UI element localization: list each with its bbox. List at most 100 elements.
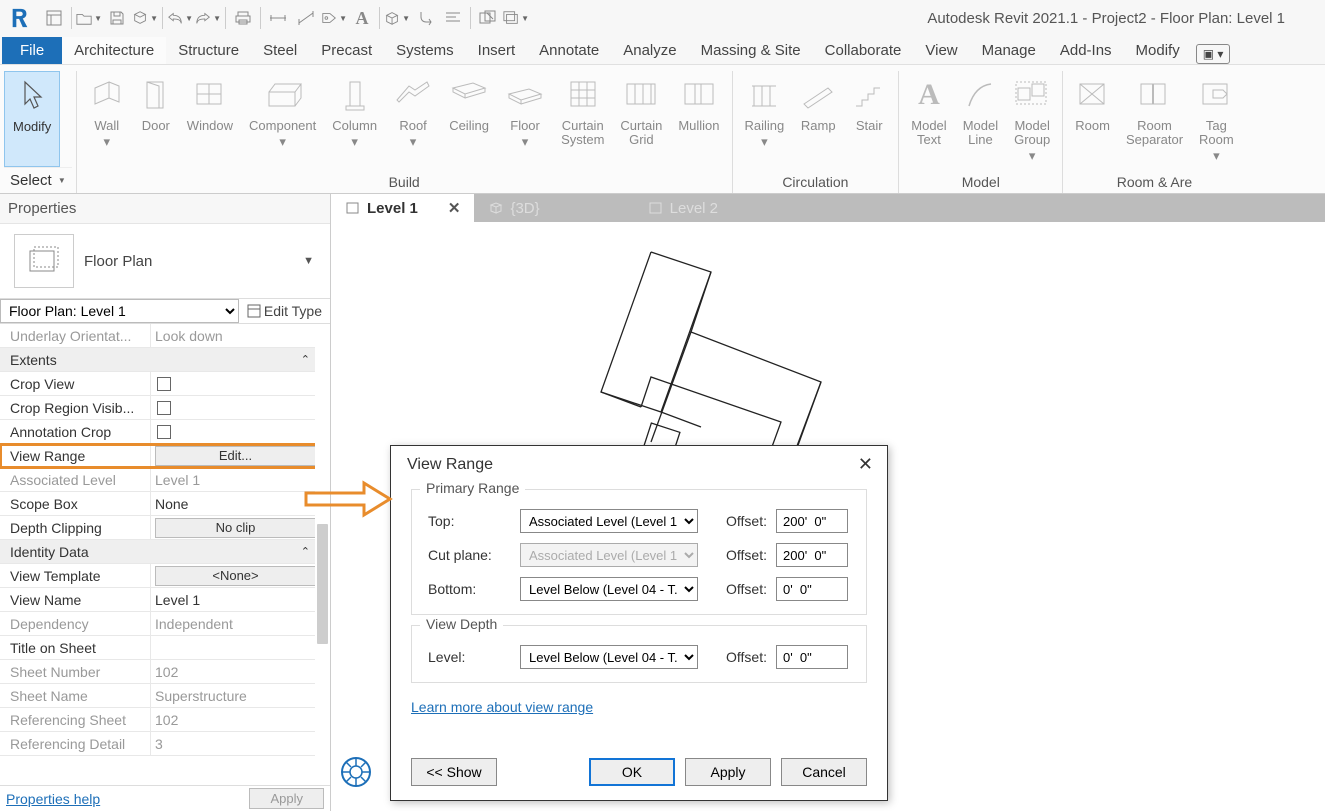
qat-tag-icon[interactable]: ▼	[321, 5, 347, 31]
curtain-system-button[interactable]: Curtain System	[553, 71, 612, 171]
properties-grid: Underlay Orientat...Look down Extents⌃ C…	[0, 324, 330, 785]
annotation-crop-checkbox[interactable]	[157, 425, 171, 439]
tab-annotate[interactable]: Annotate	[527, 37, 611, 64]
qat-open-icon[interactable]: ▼	[76, 5, 102, 31]
cursor-icon	[13, 74, 51, 118]
cut-offset-input[interactable]	[776, 543, 848, 567]
bottom-level-select[interactable]: Level Below (Level 04 - T.O	[520, 577, 698, 601]
close-icon[interactable]: ✕	[858, 454, 873, 475]
crop-region-checkbox[interactable]	[157, 401, 171, 415]
tab-file[interactable]: File	[2, 37, 62, 64]
properties-scrollbar[interactable]	[315, 324, 330, 785]
room-button[interactable]: Room	[1067, 71, 1118, 171]
qat-measure-icon[interactable]	[265, 5, 291, 31]
modify-button[interactable]: Modify	[4, 71, 60, 167]
ceiling-icon	[449, 73, 489, 117]
railing-button[interactable]: Railing▾	[737, 71, 793, 171]
tab-structure[interactable]: Structure	[166, 37, 251, 64]
qat-save-icon[interactable]	[104, 5, 130, 31]
view-template-button[interactable]: <None>	[155, 566, 316, 586]
qat-print-icon[interactable]	[230, 5, 256, 31]
tab-precast[interactable]: Precast	[309, 37, 384, 64]
qat-thin-lines-icon[interactable]	[440, 5, 466, 31]
tag-room-button[interactable]: Tag Room▾	[1191, 71, 1242, 171]
tab-manage[interactable]: Manage	[970, 37, 1048, 64]
properties-apply-button[interactable]: Apply	[249, 788, 324, 809]
door-button[interactable]: Door	[133, 71, 179, 171]
qat-close-inactive-icon[interactable]	[475, 5, 501, 31]
edit-type-button[interactable]: Edit Type	[239, 303, 330, 319]
instance-filter-select[interactable]: Floor Plan: Level 1	[0, 299, 239, 323]
floor-button[interactable]: Floor▾	[497, 71, 553, 171]
model-text-icon: A	[911, 73, 946, 117]
model-line-button[interactable]: Model Line	[955, 71, 1006, 171]
prop-key: View Range	[10, 448, 150, 464]
qat-undo-icon[interactable]: ▼	[167, 5, 193, 31]
window-button[interactable]: Window	[179, 71, 241, 171]
column-button[interactable]: Column▾	[324, 71, 385, 171]
prop-key: Sheet Name	[10, 688, 150, 704]
qat-3d-icon[interactable]: ▼	[384, 5, 410, 31]
tab-massing[interactable]: Massing & Site	[689, 37, 813, 64]
tab-analyze[interactable]: Analyze	[611, 37, 688, 64]
level-label: Level:	[420, 649, 520, 665]
bottom-offset-input[interactable]	[776, 577, 848, 601]
prop-val[interactable]: Look down	[150, 324, 320, 347]
view-range-edit-button[interactable]: Edit...	[155, 446, 316, 466]
prop-category[interactable]: Identity Data	[10, 544, 301, 560]
stair-button[interactable]: Stair	[844, 71, 894, 171]
crop-view-checkbox[interactable]	[157, 377, 171, 391]
curtain-grid-button[interactable]: Curtain Grid	[612, 71, 670, 171]
roof-button[interactable]: Roof▾	[385, 71, 441, 171]
model-panel-label: Model	[903, 171, 1058, 193]
type-selector[interactable]: Floor Plan ▼	[0, 224, 330, 298]
view-tab-level1[interactable]: Level 1 ✕	[331, 194, 474, 222]
view-tab-3d[interactable]: {3D}	[474, 194, 553, 222]
room-separator-button[interactable]: Room Separator	[1118, 71, 1191, 171]
ceiling-button[interactable]: Ceiling	[441, 71, 497, 171]
top-level-select[interactable]: Associated Level (Level 1)	[520, 509, 698, 533]
prop-val[interactable]: None	[150, 492, 320, 515]
apply-button[interactable]: Apply	[685, 758, 771, 786]
tab-systems[interactable]: Systems	[384, 37, 466, 64]
mullion-button[interactable]: Mullion	[670, 71, 727, 171]
cancel-button[interactable]: Cancel	[781, 758, 867, 786]
tab-steel[interactable]: Steel	[251, 37, 309, 64]
depth-offset-input[interactable]	[776, 645, 848, 669]
tab-collaborate[interactable]: Collaborate	[813, 37, 914, 64]
model-group-button[interactable]: Model Group▾	[1006, 71, 1058, 171]
tab-architecture[interactable]: Architecture	[62, 37, 166, 64]
circulation-panel-label: Circulation	[737, 171, 895, 193]
close-tab-icon[interactable]: ✕	[448, 199, 461, 217]
qat-text-icon[interactable]: A	[349, 5, 375, 31]
wall-button[interactable]: Wall▾	[81, 71, 133, 171]
qat-views-icon[interactable]	[41, 5, 67, 31]
qat-redo-icon[interactable]: ▼	[195, 5, 221, 31]
prop-val[interactable]: Level 1	[150, 588, 320, 611]
qat-sync-icon[interactable]: ▼	[132, 5, 158, 31]
select-panel-label[interactable]: Select ▼	[4, 167, 72, 193]
tab-view[interactable]: View	[913, 37, 969, 64]
qat-switch-windows-icon[interactable]: ▼	[503, 5, 529, 31]
prop-val[interactable]	[150, 636, 320, 659]
qat-aligned-dim-icon[interactable]	[293, 5, 319, 31]
component-button[interactable]: Component▾	[241, 71, 324, 171]
ok-button[interactable]: OK	[589, 758, 675, 786]
top-offset-input[interactable]	[776, 509, 848, 533]
tab-appearance-toggle[interactable]: ▣ ▾	[1196, 44, 1231, 64]
model-text-button[interactable]: AModel Text	[903, 71, 954, 171]
prop-key: Referencing Sheet	[10, 712, 150, 728]
depth-level-select[interactable]: Level Below (Level 04 - T.O	[520, 645, 698, 669]
tab-modify[interactable]: Modify	[1124, 37, 1192, 64]
learn-more-link[interactable]: Learn more about view range	[411, 699, 593, 715]
properties-help-link[interactable]: Properties help	[6, 791, 100, 807]
depth-clipping-button[interactable]: No clip	[155, 518, 316, 538]
ramp-button[interactable]: Ramp	[792, 71, 844, 171]
prop-category[interactable]: Extents	[10, 352, 301, 368]
show-button[interactable]: << Show	[411, 758, 497, 786]
tab-addins[interactable]: Add-Ins	[1048, 37, 1124, 64]
steering-wheel-icon[interactable]	[339, 755, 373, 789]
tab-insert[interactable]: Insert	[466, 37, 528, 64]
qat-section-icon[interactable]	[412, 5, 438, 31]
view-tab-level2[interactable]: Level 2	[634, 194, 732, 222]
